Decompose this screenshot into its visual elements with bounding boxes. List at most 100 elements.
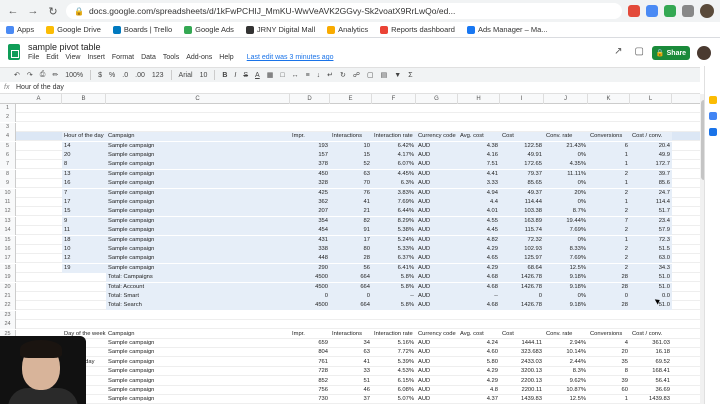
table-cell[interactable]: 114.44 bbox=[500, 198, 544, 207]
table-cell[interactable]: 4.17% bbox=[372, 151, 416, 160]
table-cell[interactable]: 56 bbox=[330, 263, 372, 273]
bookmark-apps[interactable]: Apps bbox=[6, 25, 34, 34]
table-cell[interactable]: 3.83% bbox=[372, 188, 416, 198]
table-cell[interactable]: 3.33 bbox=[458, 179, 500, 189]
table-cell[interactable]: Interaction rate bbox=[372, 132, 416, 142]
text-color-icon[interactable]: A bbox=[255, 72, 260, 79]
table-cell[interactable]: 0 bbox=[588, 292, 630, 301]
bookmark-reports[interactable]: Reports dashboard bbox=[380, 25, 455, 34]
table-cell[interactable]: AUD bbox=[416, 188, 458, 198]
table-cell[interactable]: Campaign bbox=[106, 330, 290, 339]
extension-icon[interactable] bbox=[664, 5, 676, 17]
column-header[interactable]: G bbox=[416, 94, 458, 104]
paint-format-icon[interactable]: ✏ bbox=[52, 71, 58, 79]
table-cell[interactable]: Hour of the day bbox=[62, 132, 106, 142]
table-cell[interactable]: 172.7 bbox=[630, 160, 672, 170]
font-select[interactable]: Arial bbox=[179, 72, 193, 79]
table-cell[interactable]: 51.5 bbox=[630, 245, 672, 254]
url-field[interactable]: 🔒 docs.google.com/spreadsheets/d/1kFwPCH… bbox=[66, 3, 622, 19]
table-cell[interactable]: AUD bbox=[416, 245, 458, 254]
menu-view[interactable]: View bbox=[65, 54, 80, 61]
share-button[interactable]: 🔒 Share bbox=[652, 46, 690, 60]
table-cell[interactable]: 34.3 bbox=[630, 263, 672, 273]
table-cell[interactable]: AUD bbox=[416, 301, 458, 311]
table-cell[interactable]: 761 bbox=[290, 358, 330, 367]
table-cell[interactable]: 2 bbox=[588, 254, 630, 264]
table-cell[interactable]: 39.7 bbox=[630, 169, 672, 179]
table-cell[interactable]: 4.24 bbox=[458, 339, 500, 348]
table-cell[interactable]: 361.03 bbox=[630, 339, 672, 348]
table-cell[interactable]: 6.07% bbox=[372, 160, 416, 170]
table-cell[interactable]: 172.65 bbox=[500, 160, 544, 170]
column-header[interactable]: E bbox=[330, 94, 372, 104]
row-number[interactable]: 9 bbox=[0, 179, 16, 189]
column-header[interactable]: K bbox=[588, 94, 630, 104]
table-cell[interactable]: 7 bbox=[62, 188, 106, 198]
menu-insert[interactable]: Insert bbox=[87, 54, 105, 61]
table-cell[interactable]: AUD bbox=[416, 198, 458, 207]
table-cell[interactable]: Avg. cost bbox=[458, 330, 500, 339]
table-cell[interactable]: AUD bbox=[416, 207, 458, 217]
table-cell[interactable]: 6.3% bbox=[372, 179, 416, 189]
table-cell[interactable]: 664 bbox=[330, 301, 372, 311]
row-number[interactable]: 2 bbox=[0, 113, 16, 123]
table-cell[interactable]: 37 bbox=[330, 395, 372, 404]
menu-addons[interactable]: Add-ons bbox=[186, 54, 212, 61]
fill-color-icon[interactable]: ▦ bbox=[267, 71, 274, 79]
row-number[interactable]: 6 bbox=[0, 151, 16, 160]
keep-icon[interactable] bbox=[709, 96, 717, 104]
table-cell[interactable]: 0 bbox=[330, 292, 372, 301]
table-cell[interactable]: 193 bbox=[290, 141, 330, 151]
table-cell[interactable]: Sample campaign bbox=[106, 179, 290, 189]
table-cell[interactable]: 34 bbox=[330, 339, 372, 348]
table-cell[interactable]: 9.18% bbox=[544, 301, 588, 311]
menu-edit[interactable]: Edit bbox=[46, 54, 58, 61]
table-cell[interactable]: 6.15% bbox=[372, 377, 416, 386]
bookmark-ads-manager[interactable]: Ads Manager – Ma... bbox=[466, 25, 548, 34]
table-cell[interactable]: 4500 bbox=[290, 282, 330, 292]
table-cell[interactable]: 4.45 bbox=[458, 226, 500, 236]
table-cell[interactable]: 102.93 bbox=[500, 245, 544, 254]
table-cell[interactable]: 804 bbox=[290, 348, 330, 357]
table-cell[interactable]: 7.69% bbox=[372, 198, 416, 207]
table-cell[interactable]: 4.68 bbox=[458, 301, 500, 311]
table-cell[interactable]: 4.53% bbox=[372, 367, 416, 376]
table-cell[interactable]: 2200.11 bbox=[500, 386, 544, 395]
table-cell[interactable]: 1439.83 bbox=[630, 395, 672, 404]
menu-tools[interactable]: Tools bbox=[163, 54, 179, 61]
table-cell[interactable]: 52 bbox=[330, 160, 372, 170]
row-number[interactable]: 7 bbox=[0, 160, 16, 170]
table-cell[interactable]: 49.91 bbox=[500, 151, 544, 160]
table-cell[interactable]: AUD bbox=[416, 273, 458, 283]
table-cell[interactable]: 63 bbox=[330, 348, 372, 357]
table-cell[interactable]: Sample campaign bbox=[106, 141, 290, 151]
row-number[interactable]: 13 bbox=[0, 216, 16, 226]
table-cell[interactable]: Cost bbox=[500, 330, 544, 339]
table-cell[interactable]: 115.74 bbox=[500, 226, 544, 236]
table-cell[interactable]: 4.29 bbox=[458, 367, 500, 376]
table-cell[interactable]: 157 bbox=[290, 151, 330, 160]
table-cell[interactable]: -- bbox=[458, 292, 500, 301]
table-cell[interactable]: 1 bbox=[588, 235, 630, 245]
row-number[interactable]: 3 bbox=[0, 122, 16, 132]
table-cell[interactable]: 68.64 bbox=[500, 263, 544, 273]
table-cell[interactable]: Interaction rate bbox=[372, 330, 416, 339]
table-cell[interactable]: Campaign bbox=[106, 132, 290, 142]
table-cell[interactable]: 10 bbox=[62, 245, 106, 254]
table-cell[interactable]: Sample campaign bbox=[106, 263, 290, 273]
table-cell[interactable]: 1426.78 bbox=[500, 282, 544, 292]
italic-icon[interactable]: I bbox=[234, 72, 236, 79]
table-cell[interactable]: 5.8% bbox=[372, 273, 416, 283]
bookmark-trello[interactable]: Boards | Trello bbox=[112, 25, 172, 34]
table-cell[interactable]: 28 bbox=[330, 254, 372, 264]
table-cell[interactable]: AUD bbox=[416, 169, 458, 179]
table-cell[interactable]: 103.38 bbox=[500, 207, 544, 217]
table-cell[interactable]: 10 bbox=[330, 141, 372, 151]
row-number[interactable]: 17 bbox=[0, 254, 16, 264]
row-number[interactable]: 1 bbox=[0, 104, 16, 113]
activity-icon[interactable]: ↗ bbox=[614, 46, 622, 57]
table-cell[interactable]: 0% bbox=[544, 292, 588, 301]
row-number[interactable]: 24 bbox=[0, 320, 16, 330]
table-cell[interactable]: Sample campaign bbox=[106, 169, 290, 179]
table-cell[interactable]: 0.0 bbox=[630, 292, 672, 301]
